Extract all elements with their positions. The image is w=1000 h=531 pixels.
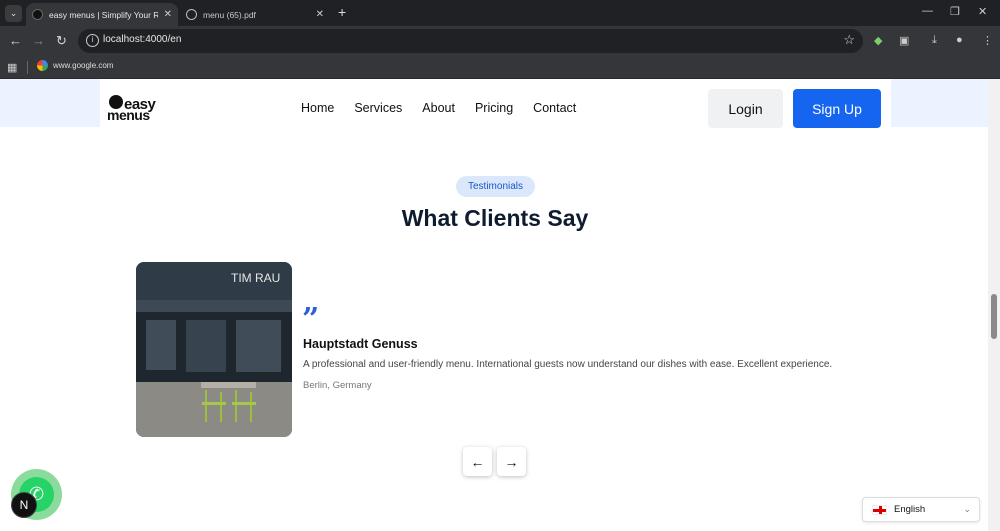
tab-menu-pdf[interactable]: menu (65).pdf ✕ xyxy=(180,3,330,26)
testimonial-text: A professional and user-friendly menu. I… xyxy=(303,359,833,370)
nav-about[interactable]: About xyxy=(422,101,455,115)
download-icon[interactable]: ⤓ xyxy=(932,34,937,47)
browser-menu-icon[interactable]: ⋮ xyxy=(982,34,993,47)
bookmark-label: www.google.com xyxy=(53,61,114,70)
restaurant-photo-illustration: TIM RAU xyxy=(136,262,292,437)
tab-search-icon[interactable]: ⌄ xyxy=(5,5,22,22)
site-info-icon[interactable]: i xyxy=(86,34,99,47)
scrollbar-thumb[interactable] xyxy=(991,294,997,339)
dev-indicator-badge[interactable]: N xyxy=(11,492,37,518)
bookmark-star-icon[interactable]: ☆ xyxy=(843,32,855,48)
minimize-icon[interactable]: — xyxy=(922,5,933,17)
browser-tab-bar: ⌄ easy menus | Simplify Your Res ✕ menu … xyxy=(0,0,1000,26)
testimonial-location: Berlin, Germany xyxy=(303,380,372,391)
extension-icon[interactable]: ◆ xyxy=(874,34,882,47)
tab-easy-menus[interactable]: easy menus | Simplify Your Res ✕ xyxy=(26,3,178,26)
page-scrollbar[interactable] xyxy=(988,79,1000,531)
tab-title: menu (65).pdf xyxy=(203,9,256,20)
nav-services[interactable]: Services xyxy=(354,101,402,115)
close-tab-icon[interactable]: ✕ xyxy=(164,9,172,20)
close-tab-icon[interactable]: ✕ xyxy=(316,9,324,20)
bookmark-google[interactable]: www.google.com xyxy=(37,60,113,71)
arrow-right-icon: → xyxy=(504,453,519,470)
close-window-icon[interactable]: ✕ xyxy=(978,5,987,18)
url-text[interactable]: localhost:4000/en xyxy=(103,34,181,45)
profile-avatar-icon[interactable]: ● xyxy=(956,34,963,46)
restaurant-photo: TIM RAU xyxy=(136,262,292,437)
prev-testimonial-button[interactable]: ← xyxy=(463,447,492,476)
language-selector[interactable]: English ⌄ xyxy=(862,497,980,522)
forward-icon[interactable]: → xyxy=(32,33,45,48)
page-content: easy menus Home Services About Pricing C… xyxy=(0,79,1000,531)
photo-sign-text: TIM RAU xyxy=(231,271,280,285)
signup-button[interactable]: Sign Up xyxy=(793,89,881,128)
nav-links: Home Services About Pricing Contact xyxy=(301,101,576,115)
browser-toolbar: ← → ↻ i localhost:4000/en ☆ ◆ ▣ ⤓ ● ⋮ xyxy=(0,26,1000,56)
restore-icon[interactable]: ❐ xyxy=(950,5,960,18)
section-heading: What Clients Say xyxy=(401,205,589,231)
nav-home[interactable]: Home xyxy=(301,101,334,115)
logo-text-bottom: menus xyxy=(107,107,150,123)
section-badge: Testimonials xyxy=(456,176,535,197)
bookmarks-bar: ▦ www.google.com xyxy=(0,56,1000,79)
reload-icon[interactable]: ↻ xyxy=(56,33,67,49)
tab-title: easy menus | Simplify Your Res xyxy=(49,9,158,20)
site-navbar: easy menus Home Services About Pricing C… xyxy=(100,79,891,136)
england-flag-icon xyxy=(872,504,887,515)
quote-icon: ” xyxy=(302,302,320,337)
google-icon xyxy=(37,60,48,71)
nav-pricing[interactable]: Pricing xyxy=(475,101,513,115)
globe-icon xyxy=(186,9,197,20)
arrow-left-icon: ← xyxy=(470,453,485,470)
extensions-puzzle-icon[interactable]: ▣ xyxy=(899,34,909,47)
language-label: English xyxy=(894,504,926,515)
chevron-down-icon: ⌄ xyxy=(963,504,971,514)
bookmarks-divider xyxy=(27,61,28,74)
back-icon[interactable]: ← xyxy=(9,33,22,48)
testimonial-name: Hauptstadt Genuss xyxy=(303,337,418,351)
new-tab-icon[interactable]: + xyxy=(338,4,346,20)
apps-grid-icon[interactable]: ▦ xyxy=(7,61,17,74)
login-button[interactable]: Login xyxy=(708,89,783,128)
site-favicon-icon xyxy=(32,9,43,20)
nav-contact[interactable]: Contact xyxy=(533,101,576,115)
address-bar[interactable]: i localhost:4000/en ☆ xyxy=(78,29,863,53)
next-testimonial-button[interactable]: → xyxy=(497,447,526,476)
